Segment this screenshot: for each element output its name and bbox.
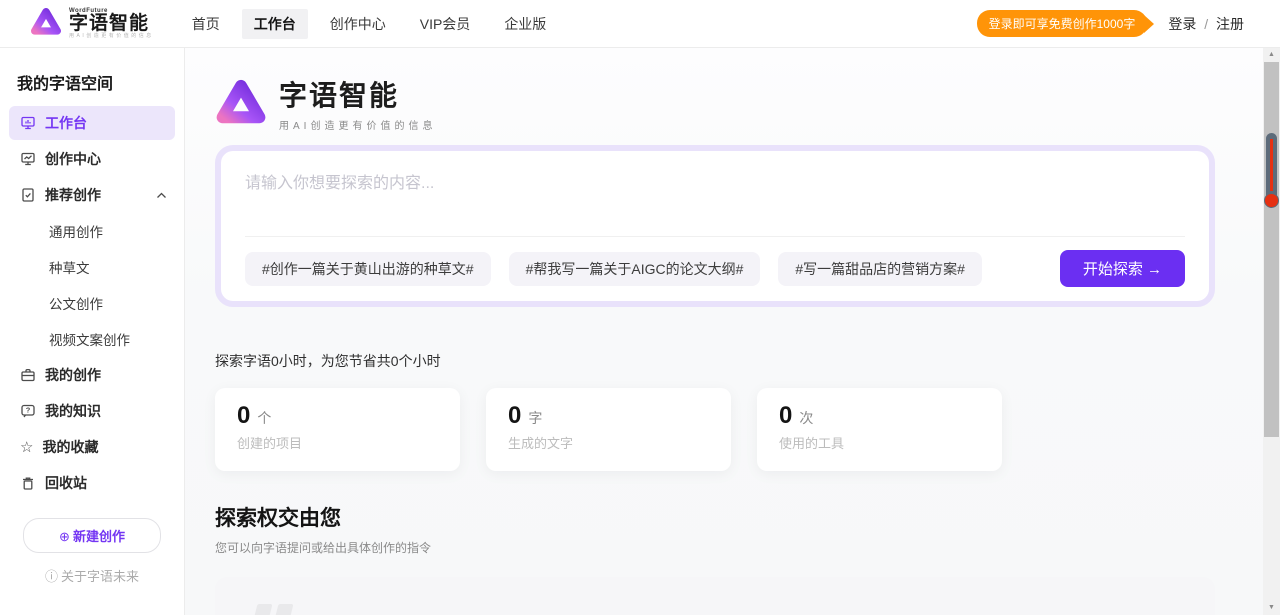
nav-workbench[interactable]: 工作台 <box>242 9 308 39</box>
stat-cards: 0 个 创建的项目 0 字 生成的文字 0 次 <box>215 388 1215 471</box>
triangle-logo-icon <box>215 77 267 130</box>
svg-text:?: ? <box>26 406 31 415</box>
stat-card-tools: 0 次 使用的工具 <box>757 388 1002 471</box>
explore-section-title: 探索权交由您 <box>215 502 1215 532</box>
scroll-down-arrow-icon[interactable]: ▼ <box>1263 601 1280 615</box>
scroll-up-arrow-icon[interactable]: ▲ <box>1263 48 1280 62</box>
sidebar-item-label: 我的知识 <box>45 401 101 421</box>
sidebar-subitem-official-doc[interactable]: 公文创作 <box>9 286 175 320</box>
sidebar-item-label: 工作台 <box>45 113 87 133</box>
suggestion-chip-dessert[interactable]: #写一篇甜品店的营销方案# <box>778 252 982 286</box>
sidebar-item-label: 我的创作 <box>45 365 101 385</box>
sidebar-item-creation-center[interactable]: 创作中心 <box>9 142 175 176</box>
suggestion-chips: #创作一篇关于黄山出游的种草文# #帮我写一篇关于AIGC的论文大纲# #写一篇… <box>245 250 1185 287</box>
scrollbar-thumb[interactable] <box>1264 62 1279 437</box>
sidebar-subitem-general-creation[interactable]: 通用创作 <box>9 214 175 248</box>
monitor-chart-icon <box>20 151 36 167</box>
monitor-icon <box>20 115 36 131</box>
new-creation-button[interactable]: ⊕新建创作 <box>23 518 161 553</box>
promo-text: 登录即可享免费创作1000字 <box>977 10 1148 37</box>
promo-badge[interactable]: 登录即可享免费创作1000字 <box>977 10 1155 37</box>
nav-vip[interactable]: VIP会员 <box>408 9 483 39</box>
quote-icon <box>252 604 288 615</box>
stat-unit: 个 <box>257 408 271 428</box>
app-window: WordFuture 字语智能 用AI创造更有价值的信息 首页 工作台 创作中心… <box>0 0 1280 615</box>
search-panel: #创作一篇关于黄山出游的种草文# #帮我写一篇关于AIGC的论文大纲# #写一篇… <box>215 145 1215 307</box>
brand-name: 字语智能 <box>69 14 154 34</box>
hero-logo: 字语智能 用AI创造更有价值的信息 <box>215 74 1215 132</box>
example-prompts-card: 字语智能是什么? 嘿，帮我创作一篇北京出游攻略 <box>215 577 1215 615</box>
login-register: 登录 / 注册 <box>1168 14 1244 34</box>
stat-label: 生成的文字 <box>508 433 709 452</box>
sidebar-item-my-creations[interactable]: 我的创作 <box>9 358 175 392</box>
sidebar-item-label: 视频文案创作 <box>49 329 130 349</box>
sidebar-item-recommended-creation[interactable]: 推荐创作 <box>9 178 175 212</box>
brand-tagline-small: 用AI创造更有价值的信息 <box>69 34 154 39</box>
briefcase-icon <box>20 367 36 383</box>
sidebar-subitem-video-copy[interactable]: 视频文案创作 <box>9 322 175 356</box>
explore-section-subtitle: 您可以向字语提问或给出具体创作的指令 <box>215 539 1215 556</box>
header-logo[interactable]: WordFuture 字语智能 用AI创造更有价值的信息 <box>30 6 154 41</box>
sidebar-item-label: 种草文 <box>49 257 90 277</box>
nav-creation-center[interactable]: 创作中心 <box>318 9 398 39</box>
login-link[interactable]: 登录 <box>1168 16 1196 32</box>
sidebar-item-label: 推荐创作 <box>45 185 101 205</box>
stat-unit: 次 <box>799 408 813 428</box>
stat-value: 0 <box>779 402 792 430</box>
header-nav: 首页 工作台 创作中心 VIP会员 企业版 <box>180 9 559 39</box>
sidebar-item-label: 创作中心 <box>45 149 101 169</box>
stat-card-projects: 0 个 创建的项目 <box>215 388 460 471</box>
top-navbar: WordFuture 字语智能 用AI创造更有价值的信息 首页 工作台 创作中心… <box>0 0 1280 48</box>
login-divider: / <box>1204 16 1208 32</box>
stat-value: 0 <box>508 402 521 430</box>
plus-circle-icon: ⊕ <box>59 529 70 544</box>
stat-value: 0 <box>237 402 250 430</box>
triangle-logo-icon <box>30 6 62 41</box>
stat-label: 创建的项目 <box>237 433 438 452</box>
about-link[interactable]: ⓘ关于字语未来 <box>0 566 184 585</box>
chat-question-icon: ? <box>20 403 36 419</box>
search-divider <box>245 236 1185 237</box>
stat-unit: 字 <box>528 408 542 428</box>
stat-card-words: 0 字 生成的文字 <box>486 388 731 471</box>
sidebar-heading: 我的字语空间 <box>17 70 184 94</box>
hero-tagline: 用AI创造更有价值的信息 <box>279 117 436 132</box>
nav-home[interactable]: 首页 <box>180 9 232 39</box>
sidebar-item-label: 公文创作 <box>49 293 103 313</box>
sidebar-item-label: 回收站 <box>45 473 87 493</box>
sidebar-item-label: 我的收藏 <box>42 437 98 457</box>
vertical-scrollbar[interactable]: ▲ ▼ <box>1263 48 1280 615</box>
suggestion-chip-huangshan[interactable]: #创作一篇关于黄山出游的种草文# <box>245 252 491 286</box>
nav-enterprise[interactable]: 企业版 <box>492 9 558 39</box>
hero-brand-name: 字语智能 <box>279 74 436 114</box>
stat-label: 使用的工具 <box>779 433 980 452</box>
start-explore-button[interactable]: 开始探索 → <box>1060 250 1185 287</box>
chevron-up-icon[interactable] <box>156 192 167 199</box>
search-input[interactable] <box>245 169 1185 231</box>
sidebar-item-label: 通用创作 <box>49 221 103 241</box>
scroll-position-indicator <box>1266 133 1277 205</box>
sidebar-item-recycle-bin[interactable]: 回收站 <box>9 466 175 500</box>
trash-icon <box>20 475 36 491</box>
star-icon: ☆ <box>20 440 33 455</box>
stats-summary: 探索字语0小时，为您节省共0个小时 <box>215 351 1215 371</box>
suggestion-chip-aigc[interactable]: #帮我写一篇关于AIGC的论文大纲# <box>509 252 761 286</box>
sidebar-item-my-favorites[interactable]: ☆ 我的收藏 <box>9 430 175 464</box>
main-panel: 字语智能 用AI创造更有价值的信息 #创作一篇关于黄山出游的种草文# #帮我写一… <box>185 48 1280 615</box>
promo-arrow-icon <box>1144 15 1154 33</box>
sidebar-item-my-knowledge[interactable]: ? 我的知识 <box>9 394 175 428</box>
register-link[interactable]: 注册 <box>1216 16 1244 32</box>
sidebar-subitem-seeding-article[interactable]: 种草文 <box>9 250 175 284</box>
sidebar-item-workbench[interactable]: 工作台 <box>9 106 175 140</box>
sidebar: 我的字语空间 工作台 创作中心 推荐创作 通用创作 种草文 <box>0 48 185 615</box>
info-icon: ⓘ <box>45 569 58 584</box>
doc-check-icon <box>20 187 36 203</box>
